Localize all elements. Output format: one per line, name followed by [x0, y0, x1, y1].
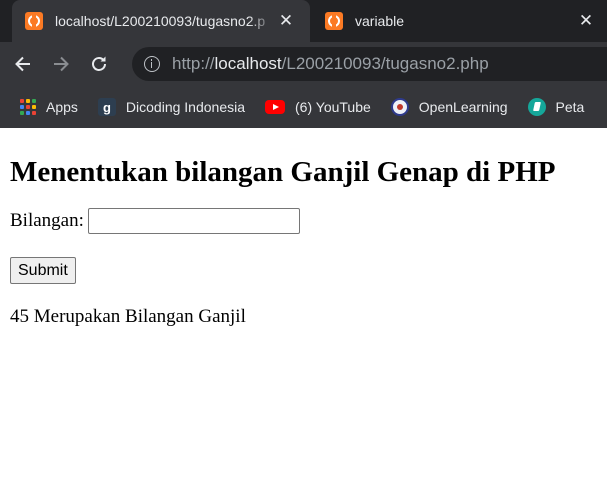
arrow-left-icon [15, 56, 30, 72]
result-text: 45 Merupakan Bilangan Ganjil [10, 306, 246, 327]
info-icon[interactable] [144, 56, 160, 72]
reload-icon [92, 56, 106, 71]
arrow-right-icon [54, 56, 69, 72]
bookmark-openlearning[interactable]: OpenLearning [390, 98, 508, 116]
bilangan-input[interactable] [87, 208, 300, 234]
submit-button[interactable]: Submit [10, 257, 76, 284]
number-form: Bilangan: [10, 208, 597, 234]
xampp-icon [325, 12, 343, 30]
bilangan-label: Bilangan: [10, 210, 84, 231]
bookmark-label: Dicoding Indonesia [125, 99, 246, 115]
bookmark-label: OpenLearning [418, 99, 508, 115]
bookmark-label: (6) YouTube [295, 99, 371, 115]
address-bar[interactable]: http://localhost/L200210093/tugasno2.php [132, 47, 607, 81]
bookmark-apps[interactable]: Apps [20, 99, 78, 115]
tab-title: variable [355, 13, 405, 29]
url-scheme: http:// [172, 54, 215, 73]
tab-title: localhost/L200210093/tugasno2.p [55, 13, 266, 29]
bookmark-label: Apps [46, 99, 78, 115]
tab-strip: localhost/L200210093/tugasno2.p ✕ variab… [0, 0, 607, 42]
url-text: http://localhost/L200210093/tugasno2.php [172, 54, 489, 74]
page-content: Menentukan bilangan Ganjil Genap di PHP … [0, 155, 607, 328]
page-title: Menentukan bilangan Ganjil Genap di PHP [10, 156, 556, 188]
tab-variable[interactable]: variable ✕ [312, 0, 607, 42]
close-icon[interactable]: ✕ [575, 11, 597, 31]
bookmark-label: Peta [555, 99, 585, 115]
dicoding-icon: g [97, 98, 116, 116]
openlearning-icon [390, 98, 409, 116]
bookmark-youtube[interactable]: (6) YouTube [265, 99, 371, 115]
url-path: /L200210093/tugasno2.php [281, 54, 489, 73]
close-icon[interactable]: ✕ [275, 11, 297, 31]
browser-toolbar: http://localhost/L200210093/tugasno2.php [0, 42, 607, 86]
back-button[interactable] [8, 49, 38, 79]
tab-tugasno2[interactable]: localhost/L200210093/tugasno2.p ✕ [12, 0, 310, 42]
url-host: localhost [214, 54, 282, 73]
bookmarks-bar: Apps g Dicoding Indonesia (6) YouTube Op… [0, 86, 607, 128]
reload-button[interactable] [84, 49, 114, 79]
forward-button[interactable] [46, 49, 76, 79]
youtube-icon [265, 100, 286, 114]
bookmark-dicoding[interactable]: g Dicoding Indonesia [97, 98, 246, 116]
apps-grid-icon [20, 99, 36, 115]
xampp-icon [25, 12, 43, 30]
bookmark-peta[interactable]: Peta [527, 98, 585, 116]
peta-icon [527, 98, 546, 116]
